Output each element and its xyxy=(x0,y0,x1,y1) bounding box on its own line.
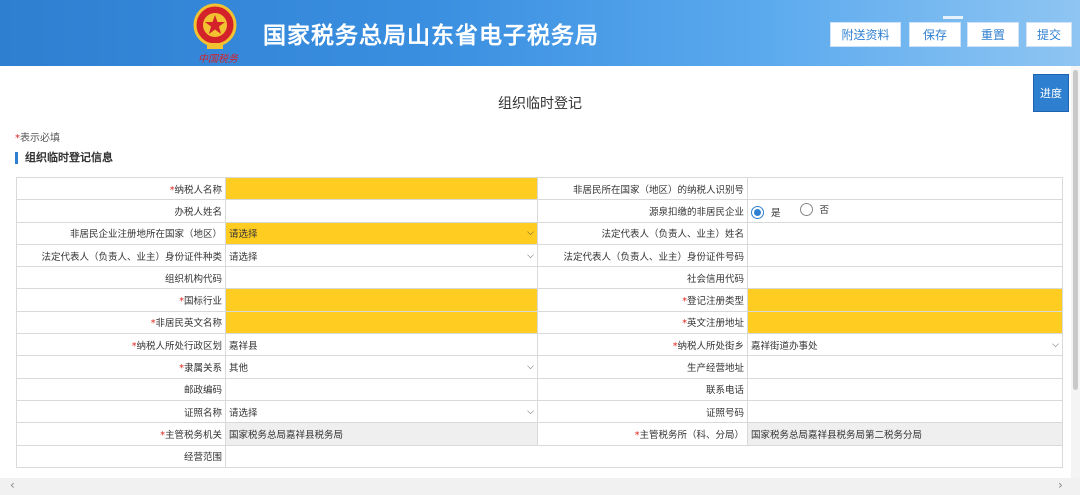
field-label: 联系电话 xyxy=(537,377,748,401)
handler-name-input[interactable] xyxy=(225,199,538,223)
table-row: *纳税人所处行政区划 嘉祥县 *纳税人所处街乡 嘉祥街道办事处 ⌵ xyxy=(16,333,1063,357)
scroll-left-icon[interactable]: ‹ xyxy=(10,478,15,492)
button-highlight xyxy=(943,16,963,19)
scroll-right-icon[interactable]: › xyxy=(1058,478,1063,492)
withholding-radio-group: 是 否 xyxy=(747,199,1063,223)
org-code-input[interactable] xyxy=(225,266,538,290)
field-label: *纳税人所处行政区划 xyxy=(16,333,226,357)
industry-input[interactable] xyxy=(225,288,538,312)
field-label: 生产经营地址 xyxy=(537,355,748,379)
table-row: *纳税人名称 非居民所在国家（地区）的纳税人识别号 xyxy=(16,176,1063,201)
field-label: *国标行业 xyxy=(16,288,226,312)
field-label: *登记注册类型 xyxy=(537,288,748,312)
field-label: 证照号码 xyxy=(537,399,748,424)
calligraphy-logo: 中国税务 xyxy=(198,54,238,65)
field-label: 经营范围 xyxy=(16,444,226,468)
license-name-select[interactable]: 请选择 ⌵ xyxy=(225,399,538,424)
tax-office-field: 国家税务总局嘉祥县税务局第二税务分局 xyxy=(747,422,1063,446)
credit-code-input[interactable] xyxy=(747,266,1063,290)
site-title: 国家税务总局山东省电子税务局 xyxy=(263,23,599,49)
table-row: *非居民英文名称 *英文注册地址 xyxy=(16,310,1063,335)
table-row: 组织机构代码 社会信用代码 xyxy=(16,266,1063,290)
registration-country-select[interactable]: 请选择 ⌵ xyxy=(225,221,538,245)
field-label: 证照名称 xyxy=(16,399,226,424)
table-row: 法定代表人（负责人、业主）身份证件种类 请选择 ⌵ 法定代表人（负责人、业主）身份… xyxy=(16,243,1063,268)
english-address-input[interactable] xyxy=(747,310,1063,335)
field-label: 邮政编码 xyxy=(16,377,226,401)
save-button[interactable]: 保存 xyxy=(909,22,961,47)
business-scope-input[interactable] xyxy=(225,444,1063,468)
id-type-select[interactable]: 请选择 ⌵ xyxy=(225,243,538,268)
english-name-input[interactable] xyxy=(225,310,538,335)
business-address-input[interactable] xyxy=(747,355,1063,379)
chevron-down-icon: ⌵ xyxy=(527,406,534,417)
field-label: *非居民英文名称 xyxy=(16,310,226,335)
attach-files-button[interactable]: 附送资料 xyxy=(830,22,901,47)
table-row: 邮政编码 联系电话 xyxy=(16,377,1063,401)
chevron-down-icon: ⌵ xyxy=(1052,339,1059,350)
table-row: *国标行业 *登记注册类型 xyxy=(16,288,1063,312)
reset-button[interactable]: 重置 xyxy=(967,22,1019,47)
field-label: *隶属关系 xyxy=(16,355,226,379)
chevron-down-icon: ⌵ xyxy=(527,250,534,261)
license-number-input[interactable] xyxy=(747,399,1063,424)
table-row: 经营范围 xyxy=(16,444,1063,468)
national-emblem-icon xyxy=(193,3,237,49)
field-label: 法定代表人（负责人、业主）姓名 xyxy=(537,221,748,245)
field-label: *主管税务机关 xyxy=(16,422,226,446)
horizontal-scrollbar[interactable] xyxy=(0,478,1080,495)
section-title: 组织临时登记信息 xyxy=(15,152,113,164)
field-label: *英文注册地址 xyxy=(537,310,748,335)
taxpayer-name-input[interactable] xyxy=(225,176,538,201)
submit-button[interactable]: 提交 xyxy=(1026,22,1072,47)
radio-checked-icon xyxy=(751,205,764,219)
field-label: 法定代表人（负责人、业主）身份证件种类 xyxy=(16,243,226,268)
vertical-scrollbar-thumb[interactable] xyxy=(1073,70,1078,390)
field-label: 办税人姓名 xyxy=(16,199,226,223)
progress-button[interactable]: 进度 xyxy=(1033,74,1069,112)
chevron-down-icon: ⌵ xyxy=(527,362,534,373)
chevron-down-icon: ⌵ xyxy=(527,228,534,239)
registration-type-input[interactable] xyxy=(747,288,1063,312)
table-row: *主管税务机关 国家税务总局嘉祥县税务局 *主管税务所（科、分局） 国家税务总局… xyxy=(16,422,1063,446)
nonresident-tax-id-input[interactable] xyxy=(747,176,1063,201)
field-label: 源泉扣缴的非居民企业 xyxy=(537,199,748,223)
table-row: *隶属关系 其他 ⌵ 生产经营地址 xyxy=(16,355,1063,379)
phone-input[interactable] xyxy=(747,377,1063,401)
radio-unchecked-icon xyxy=(799,202,813,216)
field-label: 社会信用代码 xyxy=(537,266,748,290)
required-note: *表示必填 xyxy=(15,129,60,144)
id-number-input[interactable] xyxy=(747,243,1063,268)
radio-no[interactable]: 否 xyxy=(799,202,829,216)
field-label: *纳税人名称 xyxy=(16,176,226,201)
field-label: *主管税务所（科、分局） xyxy=(537,422,748,446)
street-select[interactable]: 嘉祥街道办事处 ⌵ xyxy=(747,333,1063,357)
table-row: 非居民企业注册地所在国家（地区） 请选择 ⌵ 法定代表人（负责人、业主）姓名 xyxy=(16,221,1063,245)
header-bar: 中国税务 国家税务总局山东省电子税务局 附送资料 保存 重置 提交 xyxy=(0,0,1080,66)
postcode-input[interactable] xyxy=(225,377,538,401)
tax-authority-field: 国家税务总局嘉祥县税务局 xyxy=(225,422,538,446)
required-note-text: 表示必填 xyxy=(20,133,60,144)
radio-yes[interactable]: 是 xyxy=(751,205,781,219)
district-field[interactable]: 嘉祥县 xyxy=(225,333,538,357)
table-row: 证照名称 请选择 ⌵ 证照号码 xyxy=(16,399,1063,424)
field-label: 组织机构代码 xyxy=(16,266,226,290)
table-row: 办税人姓名 源泉扣缴的非居民企业 是 否 xyxy=(16,199,1063,223)
field-label: 非居民企业注册地所在国家（地区） xyxy=(16,221,226,245)
affiliation-select[interactable]: 其他 ⌵ xyxy=(225,355,538,379)
field-label: 法定代表人（负责人、业主）身份证件号码 xyxy=(537,243,748,268)
field-label: 非居民所在国家（地区）的纳税人识别号 xyxy=(537,176,748,201)
legal-rep-name-input[interactable] xyxy=(747,221,1063,245)
registration-form: *纳税人名称 非居民所在国家（地区）的纳税人识别号 办税人姓名 源泉扣缴的非居民… xyxy=(16,176,1063,468)
page-title: 组织临时登记 xyxy=(498,96,582,112)
field-label: *纳税人所处街乡 xyxy=(537,333,748,357)
